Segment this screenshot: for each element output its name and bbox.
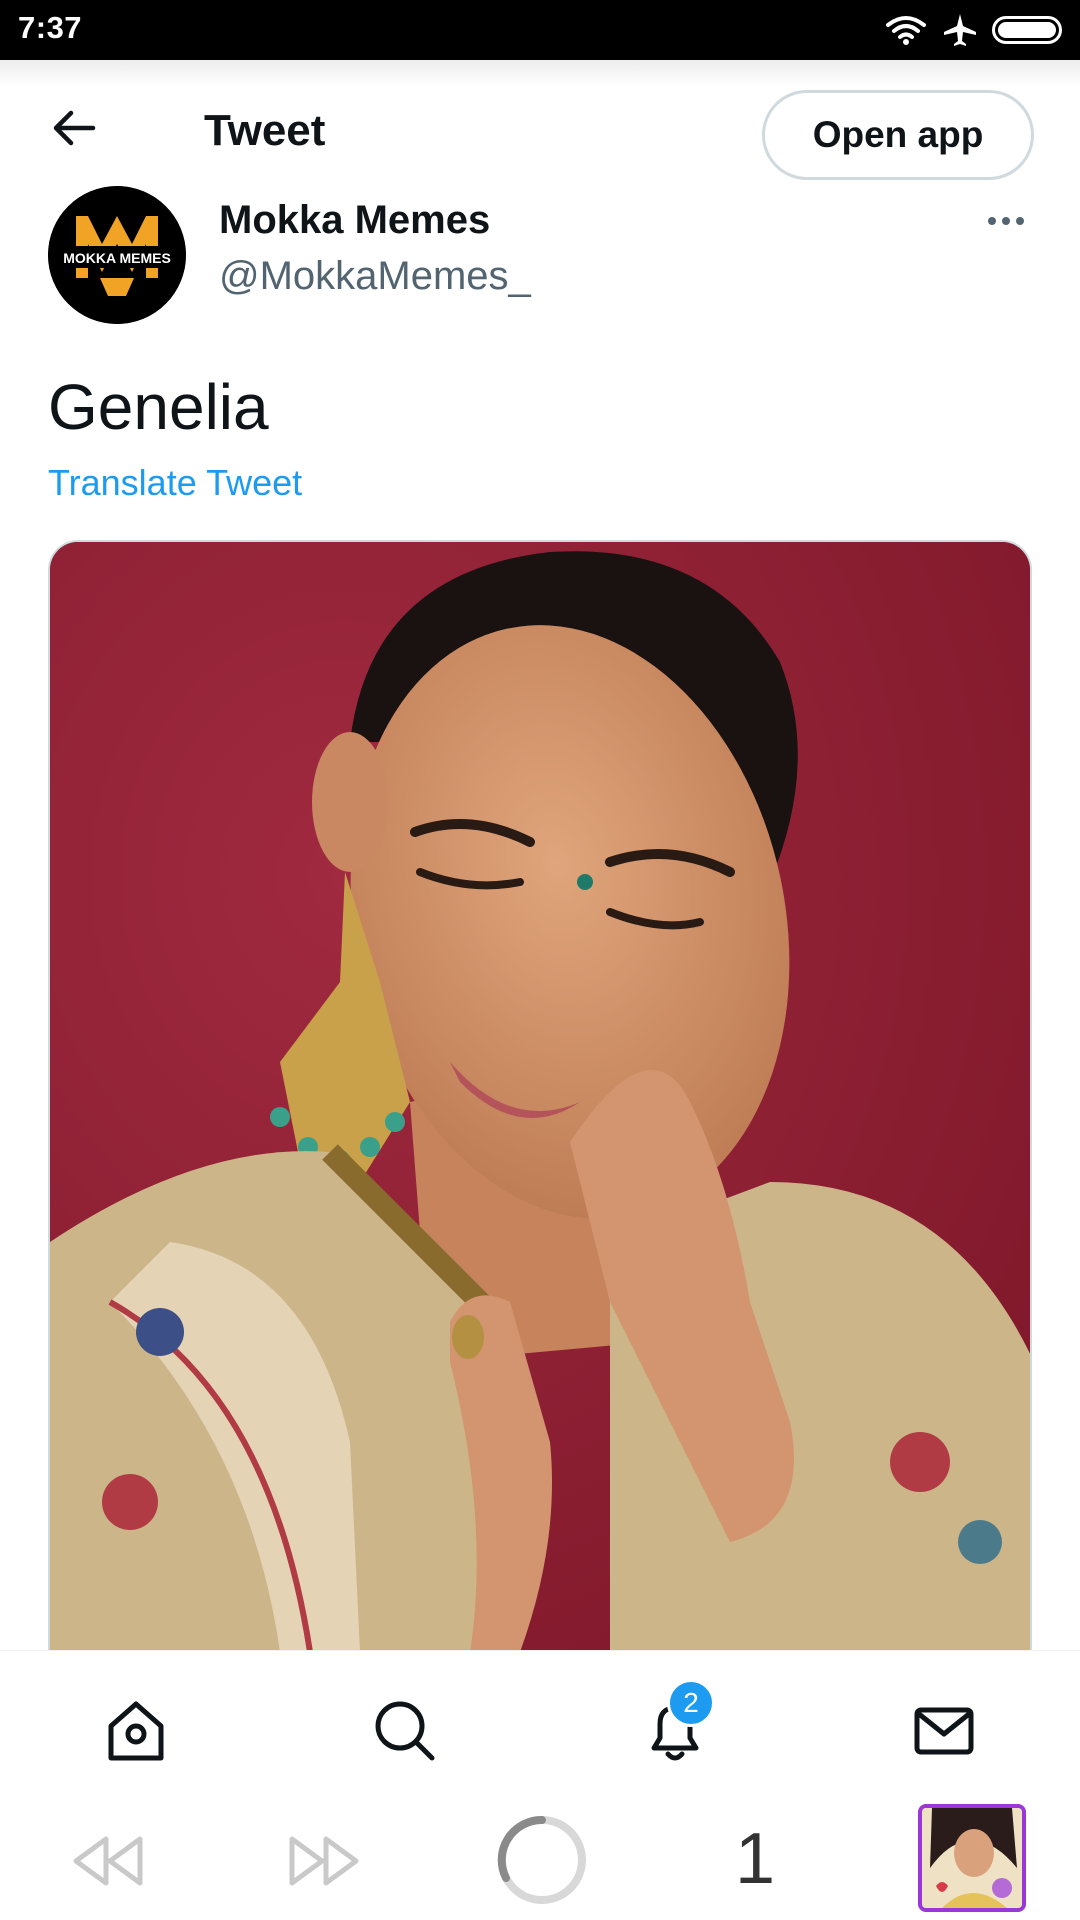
translate-tweet-link[interactable]: Translate Tweet (48, 462, 302, 504)
messages-icon (914, 1707, 974, 1755)
browser-back-button[interactable] (66, 1826, 150, 1896)
loading-spinner[interactable] (494, 1812, 590, 1908)
more-dot-icon (1002, 217, 1010, 225)
browser-tab-count[interactable]: 1 (735, 1818, 775, 1900)
more-dot-icon (988, 217, 996, 225)
avatar[interactable]: MOKKA MEMES (48, 186, 186, 324)
refresh-icon (497, 1815, 586, 1904)
tab-messages[interactable] (904, 1691, 984, 1771)
tab-home[interactable] (96, 1691, 176, 1771)
more-dot-icon (1016, 217, 1024, 225)
thumbnail-image (922, 1808, 1022, 1908)
rewind-icon (73, 1836, 143, 1886)
home-icon (108, 1701, 164, 1761)
status-time: 7:37 (18, 10, 83, 45)
page-title: Tweet (204, 106, 326, 155)
tweet-photo[interactable] (48, 540, 1032, 1650)
top-bar: Tweet Open app (0, 60, 1080, 190)
notification-badge: 2 (667, 1679, 715, 1727)
photo-illustration (50, 542, 1030, 1650)
search-icon (375, 1701, 435, 1761)
profile-thumbnail[interactable] (918, 1804, 1026, 1912)
browser-forward-button[interactable] (282, 1826, 366, 1896)
back-arrow-icon (53, 110, 96, 146)
author-name[interactable]: Mokka Memes (219, 198, 490, 243)
bottom-tab-bar: 2 (0, 1650, 1080, 1800)
wifi-icon (886, 16, 926, 45)
author-handle[interactable]: @MokkaMemes_ (219, 254, 531, 299)
fast-forward-icon (289, 1836, 359, 1886)
tab-search[interactable] (365, 1691, 445, 1771)
status-bar: 7:37 (0, 0, 1080, 60)
battery-icon (992, 16, 1062, 44)
more-options-button[interactable] (978, 206, 1034, 236)
open-app-button[interactable]: Open app (762, 90, 1034, 180)
avatar-text: MOKKA MEMES (63, 250, 171, 266)
airplane-icon (944, 14, 976, 46)
back-button[interactable] (44, 108, 104, 148)
status-icons (884, 12, 1062, 48)
mokka-memes-logo: MOKKA MEMES (48, 186, 186, 324)
tweet-text: Genelia (48, 371, 269, 443)
